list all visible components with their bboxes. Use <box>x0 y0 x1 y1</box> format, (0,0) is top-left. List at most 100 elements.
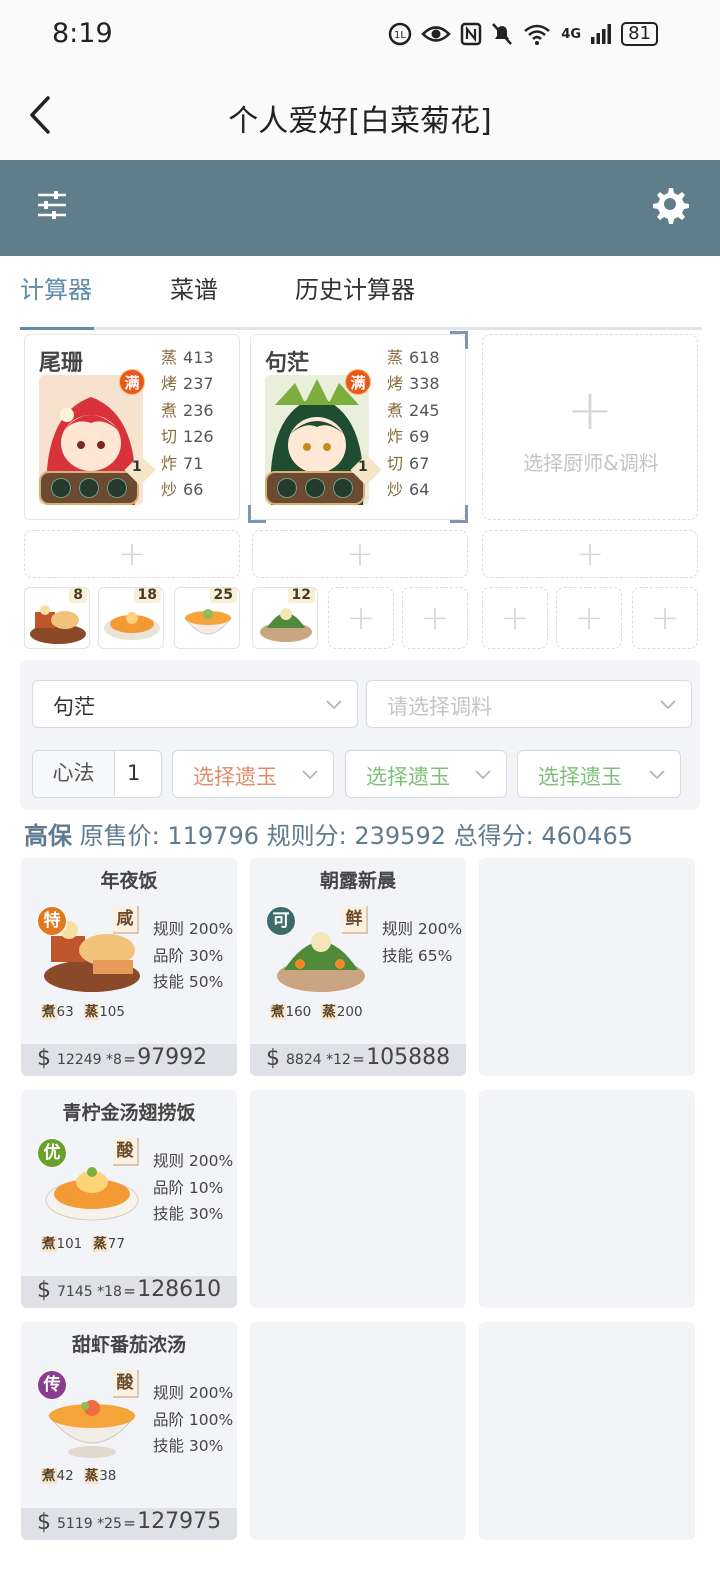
chevron-down-icon <box>649 770 665 780</box>
dish-total: 128610 <box>137 1277 222 1302</box>
dish-thumb-2[interactable]: 18 <box>98 587 164 649</box>
rarity-badge: 传 <box>37 1370 67 1400</box>
rule-score: 239592 <box>354 822 446 850</box>
dish-count: 25 <box>209 588 237 603</box>
jade-select-3[interactable]: 选择遗玉 <box>517 750 681 798</box>
tab-bar: 计算器 菜谱 历史计算器 <box>20 256 702 330</box>
status-bar: 8:19 1L 4G 81 <box>0 0 720 70</box>
signal-icon <box>591 24 612 44</box>
chef-card-1[interactable]: 尾珊 满 1 蒸 413 烤 237 煮 236 切 126 炸 71 炒 66 <box>24 334 240 520</box>
chevron-down-icon <box>302 770 318 780</box>
dish-name: 年夜饭 <box>100 870 158 892</box>
add-dish-slot[interactable]: + <box>328 587 394 649</box>
score-summary: 高保 原售价: 119796 规则分: 239592 总得分: 460465 <box>24 816 633 851</box>
equipment-slots[interactable] <box>265 471 365 505</box>
gear-icon[interactable] <box>650 184 690 224</box>
filter-sliders-icon[interactable] <box>36 188 68 222</box>
chevron-down-icon <box>660 700 676 710</box>
chef-select[interactable]: 句茫 <box>32 680 358 728</box>
dish-card[interactable]: 青柠金汤翅捞饭 优 酸 规则 200% 品阶 10% 技能 30% 煮101 蒸77 … <box>21 1090 237 1308</box>
dish-thumb-4[interactable]: 12 <box>252 587 318 649</box>
add-equipment-slot-1[interactable]: + <box>24 530 240 578</box>
tab-recipes[interactable]: 菜谱 <box>170 270 218 305</box>
flavor-tag: 咸 <box>113 906 139 934</box>
empty-dish-slot[interactable] <box>250 1090 466 1308</box>
dish-bonus: 技能 30% <box>153 1205 224 1223</box>
title-bar: 个人爱好[白菜菊花] <box>0 70 720 160</box>
empty-dish-slot[interactable] <box>250 1322 466 1540</box>
dish-card[interactable]: 甜虾番茄浓汤 传 酸 规则 200% 品阶 100% 技能 30% 煮42 蒸38 $… <box>21 1322 237 1540</box>
dish-bonuses: 规则 200% 品阶 30% 技能 50% <box>153 916 233 996</box>
tab-history-calculator[interactable]: 历史计算器 <box>295 270 415 305</box>
xinfa-label: 心法 <box>33 751 115 796</box>
dish-bonus: 规则 200% <box>382 920 463 938</box>
chef-card-2[interactable]: 句茫 满 1 蒸 618 烤 338 煮 245 炸 69 切 67 炒 64 <box>248 331 468 523</box>
seasoning-placeholder: 请选择调料 <box>387 695 492 719</box>
selection-corner <box>450 505 468 523</box>
empty-dish-slot[interactable] <box>479 1090 695 1308</box>
add-chef-slot[interactable]: + 选择厨师&调料 <box>482 334 698 520</box>
nfc-icon <box>461 22 482 46</box>
plus-icon: + <box>566 378 614 443</box>
wifi-icon <box>524 24 551 45</box>
dish-bonus: 技能 30% <box>153 1437 224 1455</box>
skill-type: 煮 <box>41 1468 57 1484</box>
dish-thumb-3[interactable]: 25 <box>174 587 240 649</box>
dish-name: 青柠金汤翅捞饭 <box>62 1102 196 1124</box>
equipment-slots[interactable] <box>39 471 139 505</box>
dish-skill-requirements: 煮63 蒸105 <box>41 1000 135 1020</box>
skill-type: 煮 <box>41 1236 57 1252</box>
skill-value: 63 <box>56 1004 74 1020</box>
dish-total: 127975 <box>137 1509 222 1534</box>
tab-calculator[interactable]: 计算器 <box>20 270 92 305</box>
dish-bonuses: 规则 200% 品阶 100% 技能 30% <box>153 1380 233 1460</box>
equals-sign: = <box>352 1050 365 1068</box>
equals-sign: = <box>123 1282 136 1300</box>
add-dish-slot[interactable]: + <box>556 587 622 649</box>
dish-bonus: 技能 65% <box>382 946 453 965</box>
equals-sign: = <box>123 1050 136 1068</box>
skill-value: 77 <box>107 1236 125 1252</box>
xinfa-input[interactable]: 1 <box>127 761 140 785</box>
rarity-badge: 优 <box>37 1138 67 1168</box>
chef-name: 尾珊 <box>39 351 84 376</box>
dish-count: 12 <box>287 588 315 603</box>
add-dish-slot[interactable]: + <box>482 587 548 649</box>
add-dish-slot[interactable]: + <box>402 587 468 649</box>
dish-thumb-1[interactable]: 8 <box>24 587 90 649</box>
add-equipment-slot-3[interactable]: + <box>482 530 698 578</box>
plus-icon: + <box>346 598 376 638</box>
dish-bonus: 技能 50% <box>153 973 224 991</box>
seasoning-select[interactable]: 请选择调料 <box>366 680 692 728</box>
equals-sign: = <box>123 1514 136 1532</box>
dish-card[interactable]: 朝露新晨 可 鲜 规则 200% 技能 65% 煮160 蒸200 $ 8824 *… <box>250 858 466 1076</box>
empty-dish-slot[interactable] <box>479 858 695 1076</box>
dish-skill-requirements: 煮160 蒸200 <box>270 1000 373 1020</box>
dish-unit-price: 5119 *25 <box>57 1516 122 1532</box>
dish-bonus: 品阶 100% <box>153 1410 234 1429</box>
dish-card[interactable]: 年夜饭 特 咸 规则 200% 品阶 30% 技能 50% 煮63 蒸105 $ 12… <box>21 858 237 1076</box>
total-score: 460465 <box>541 822 633 850</box>
jade-select-2[interactable]: 选择遗玉 <box>345 750 507 798</box>
chef-name: 句茫 <box>265 351 310 376</box>
dish-bonus: 规则 200% <box>153 920 234 938</box>
jade-select-1[interactable]: 选择遗玉 <box>172 750 334 798</box>
skill-type: 蒸 <box>83 1468 100 1484</box>
plus-icon: + <box>500 598 530 638</box>
empty-dish-slot[interactable] <box>479 1322 695 1540</box>
rarity-badge: 特 <box>37 906 67 936</box>
page-title: 个人爱好[白菜菊花] <box>228 104 492 139</box>
skill-type: 蒸 <box>321 1004 337 1020</box>
mute-bell-icon <box>492 23 513 45</box>
dish-price-bar: $ 5119 *25 = 127975 <box>21 1508 237 1540</box>
max-badge: 满 <box>119 369 145 395</box>
dish-bonus: 规则 200% <box>153 1152 234 1170</box>
eye-icon <box>421 26 452 42</box>
add-dish-slot[interactable]: + <box>632 587 698 649</box>
tab-active-indicator <box>20 327 94 330</box>
currency-icon: $ <box>37 1046 51 1071</box>
tier-label: 高保 <box>24 822 72 850</box>
add-equipment-slot-2[interactable]: + <box>252 530 468 578</box>
plus-icon: + <box>574 598 604 638</box>
currency-icon: $ <box>266 1046 280 1071</box>
